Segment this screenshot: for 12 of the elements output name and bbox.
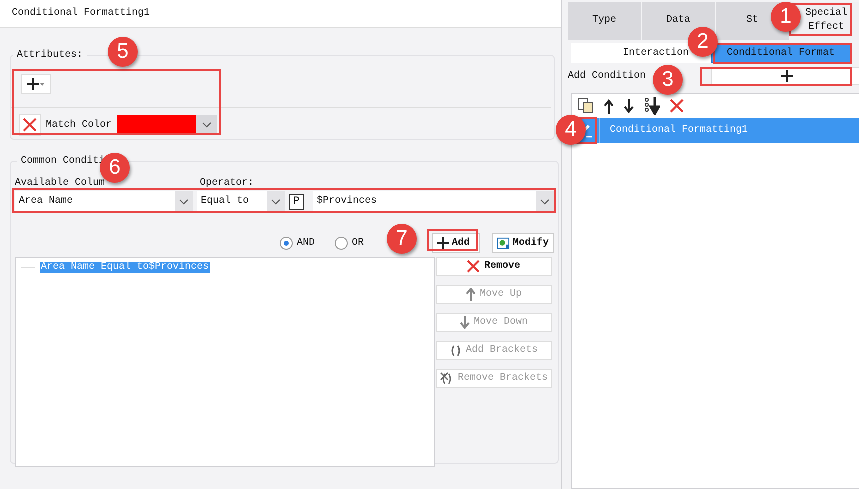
step-callout-tooltip: 5 (108, 37, 138, 67)
step-callout-tooltip: 7 (387, 224, 417, 254)
radio-label: AND (296, 238, 315, 248)
panel-title: Conditional Formatting1 (12, 8, 150, 19)
attribute-label: Match Color (46, 120, 112, 130)
group-label: Attributes: (16, 50, 84, 61)
field-label: Add Condition (568, 70, 646, 82)
field-label: Operator: (200, 178, 254, 189)
radio-label: OR (352, 238, 364, 248)
field-label: Available Colum (15, 178, 106, 189)
step-callout-tooltip: 3 (653, 65, 683, 95)
step-callout-tooltip: 4 (556, 115, 586, 145)
